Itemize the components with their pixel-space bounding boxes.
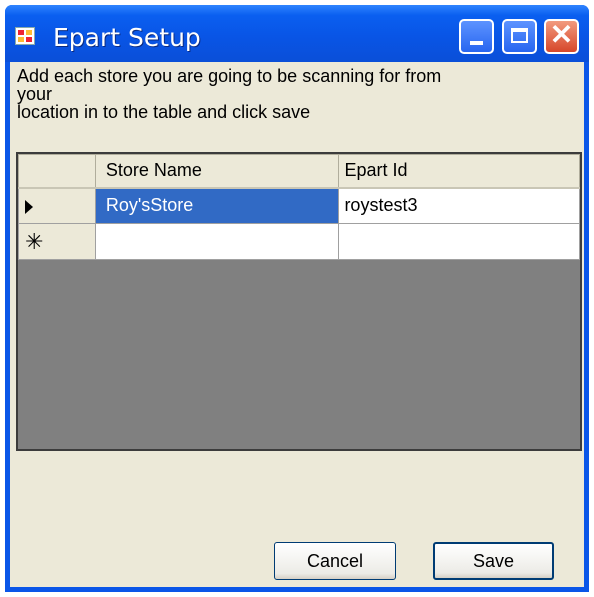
instructions-line-2: your — [17, 84, 53, 104]
row-header-corner[interactable] — [18, 154, 96, 189]
cancel-button[interactable]: Cancel — [274, 542, 396, 580]
current-row-arrow-icon — [25, 199, 33, 214]
row-header-current[interactable] — [18, 187, 96, 224]
maximize-icon — [511, 28, 528, 43]
instructions-line-1: Add each store you are going to be scann… — [17, 66, 442, 86]
grid-header-row: Store Name Epart Id — [18, 154, 580, 189]
minimize-icon — [470, 41, 483, 45]
cell-epart-id[interactable]: roystest3 — [338, 187, 580, 224]
save-button[interactable]: Save — [433, 542, 554, 580]
app-window-icon[interactable] — [15, 27, 35, 45]
table-row: Roy'sStore roystest3 — [18, 187, 580, 224]
instructions-text: Add each store you are going to be scann… — [17, 67, 577, 121]
instructions-line-3: location in to the table and click save — [17, 102, 311, 122]
cell-store-name[interactable]: Roy'sStore — [94, 187, 340, 224]
close-button[interactable]: ✕ — [544, 19, 579, 54]
new-row: ✳ — [18, 223, 580, 260]
cell-new-store-name[interactable] — [94, 223, 340, 260]
epart-setup-window: Epart Setup ✕ Add each store you are goi… — [5, 5, 589, 592]
cell-new-epart-id[interactable] — [338, 223, 580, 260]
new-row-asterisk-icon: ✳ — [25, 228, 44, 254]
window-title: Epart Setup — [53, 23, 201, 52]
maximize-button[interactable] — [502, 19, 537, 54]
stores-grid[interactable]: Store Name Epart Id Roy'sStore roystest3… — [16, 152, 582, 451]
title-bar[interactable]: Epart Setup ✕ — [5, 5, 589, 62]
column-header-store-name[interactable]: Store Name — [94, 154, 340, 189]
dialog-body: Add each store you are going to be scann… — [10, 62, 584, 587]
column-header-epart-id[interactable]: Epart Id — [338, 154, 580, 189]
row-header-new[interactable]: ✳ — [18, 223, 96, 260]
close-icon: ✕ — [549, 19, 574, 50]
minimize-button[interactable] — [459, 19, 494, 54]
stores-table: Store Name Epart Id Roy'sStore roystest3… — [18, 154, 580, 260]
